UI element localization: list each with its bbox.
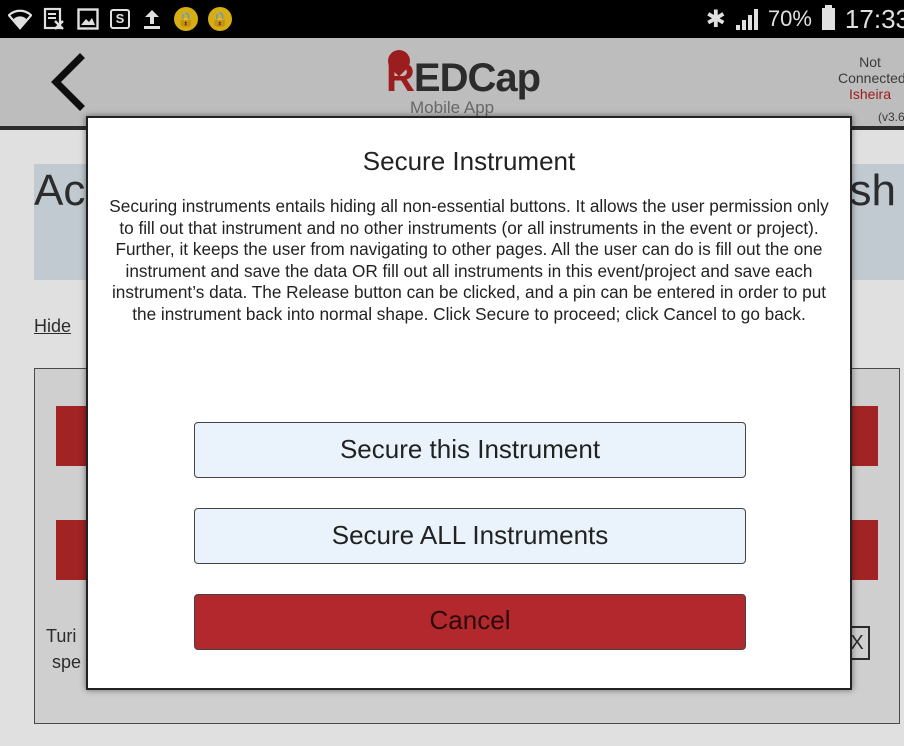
dialog-message: Securing instruments entails hiding all … [109, 196, 829, 324]
cancel-button[interactable]: Cancel [194, 594, 746, 650]
secure-all-instruments-button[interactable]: Secure ALL Instruments [194, 508, 746, 564]
dialog-title: Secure Instrument [362, 146, 576, 176]
secure-instrument-dialog: Secure Instrument Securing instruments e… [86, 116, 852, 690]
secure-this-instrument-button[interactable]: Secure this Instrument [194, 422, 746, 478]
